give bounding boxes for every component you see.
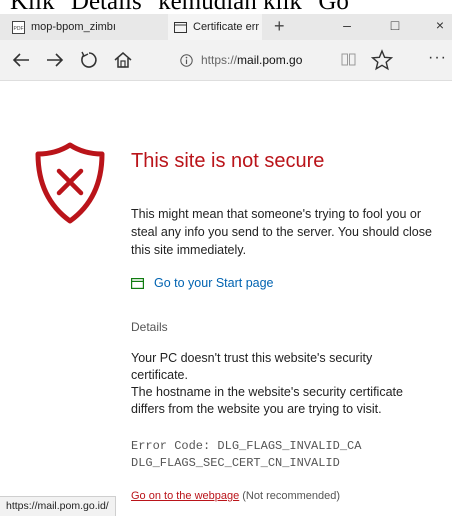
go-on-link[interactable]: Go on to the webpage [131,490,239,502]
address-bar[interactable]: https://mail.pom.go [180,48,362,72]
status-bar-url: https://mail.pom.go.id/ [0,496,116,516]
more-menu-button[interactable]: ··· [428,49,447,67]
info-icon[interactable] [180,53,193,67]
close-window-button[interactable]: × [430,17,450,33]
certificate-details: Your PC doesn't trust this website's sec… [131,350,431,418]
refresh-icon[interactable] [78,49,100,71]
start-page-link-label: Go to your Start page [154,276,274,290]
warning-description: This might mean that someone's trying to… [131,207,432,257]
reading-view-icon[interactable] [341,52,356,67]
tab-certificate-error[interactable]: Certificate err × [168,14,262,40]
back-arrow-icon[interactable] [10,49,32,71]
start-page-link[interactable]: Go to your Start page [131,276,274,290]
tab-pdf-label: mop-bpom_zimbı [31,21,116,33]
minimize-button[interactable]: – [337,17,357,33]
navigation-toolbar: https://mail.pom.go ··· [0,40,452,81]
tab-certificate-error-label: Certificate err [193,21,260,33]
maximize-button[interactable]: □ [385,17,405,33]
page-title: This site is not secure [131,150,325,172]
error-code-line-2: DLG_FLAGS_SEC_CERT_CN_INVALID [131,456,340,470]
page-icon [174,21,187,33]
start-page-icon [131,277,144,289]
go-on-row: Go on to the webpage (Not recommended) [131,490,340,502]
shield-error-icon [35,142,105,224]
svg-text:PDF: PDF [14,25,24,31]
url-protocol: https:// [201,53,238,67]
not-recommended-note: (Not recommended) [242,490,341,502]
favorite-star-icon[interactable] [371,49,393,71]
title-bar: PDF mop-bpom_zimbı Certificate err × + –… [0,14,452,40]
caption-text: Klik "Details" kemudian klik "Go [0,0,452,14]
details-toggle[interactable]: Details [131,320,168,334]
error-code: Error Code: DLG_FLAGS_INVALID_CA DLG_FLA… [131,438,361,472]
error-code-line-1: Error Code: DLG_FLAGS_INVALID_CA [131,439,362,453]
tab-pdf[interactable]: PDF mop-bpom_zimbı [8,14,166,40]
trust-line-2: The hostname in the website's security c… [131,385,403,416]
pdf-icon: PDF [12,20,25,34]
caption-label: Klik "Details" kemudian klik "Go [10,0,349,14]
home-icon[interactable] [112,49,134,71]
trust-line-1: Your PC doesn't trust this website's sec… [131,351,373,382]
new-tab-button[interactable]: + [274,16,285,37]
forward-arrow-icon[interactable] [44,49,66,71]
url-host: mail.pom.go [237,53,303,67]
